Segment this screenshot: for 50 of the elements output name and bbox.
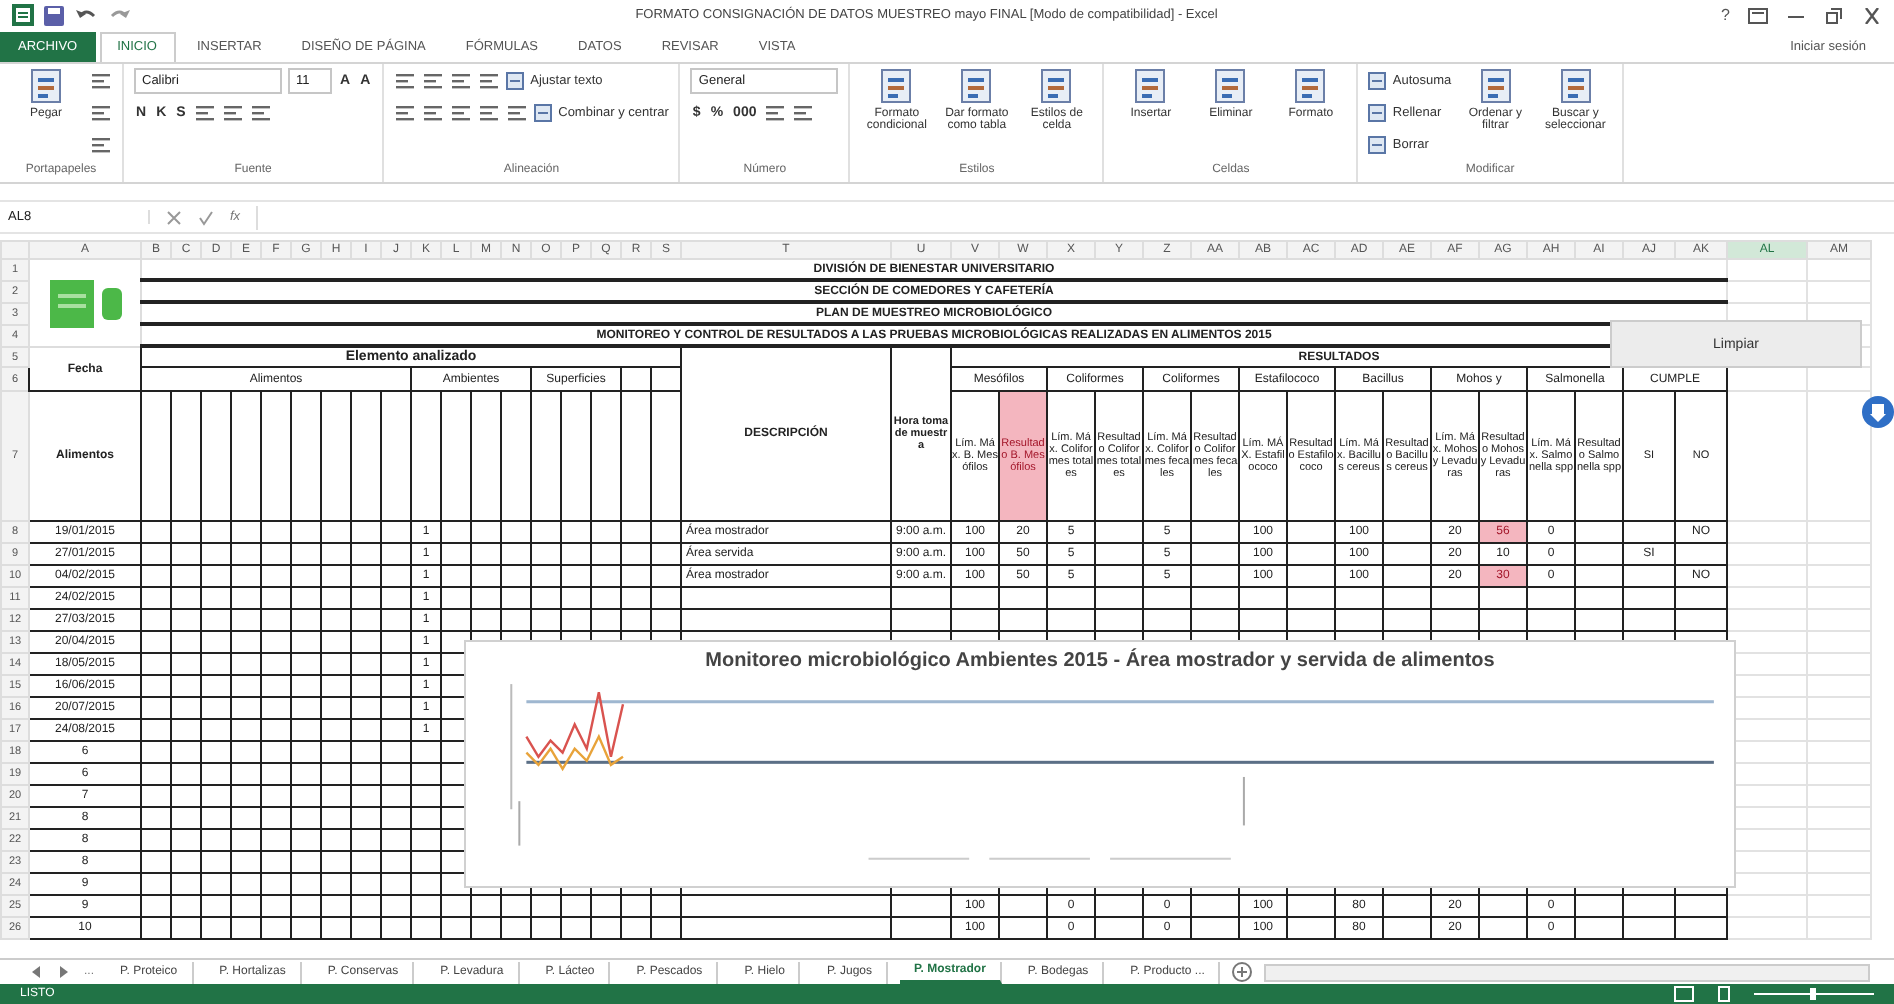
toolbar-icon[interactable] [506,101,529,124]
toolbar-icon[interactable] [764,101,787,124]
zoom-slider-icon[interactable] [1754,986,1874,1003]
format-icon [1368,135,1387,154]
toolbar-icon[interactable] [478,101,501,124]
save-icon[interactable] [44,5,64,26]
toolbar-icon[interactable] [450,101,473,124]
logo-icon [49,279,93,328]
toolbar-icon[interactable] [90,69,112,92]
cancel-icon[interactable] [166,209,182,226]
format-icon [506,71,525,90]
toolbar-icon[interactable] [422,101,445,124]
toolbar-icon[interactable] [90,133,112,156]
chart-title: Monitoreo microbiológico Ambientes 2015 - Área mostrador y servida de alimentos [705,646,1495,677]
toolbar-icon[interactable] [90,101,112,124]
format-icon [1477,67,1514,104]
add-sheet-icon[interactable] [1232,962,1253,983]
toolbar-icon[interactable] [394,101,417,124]
toolbar-icon[interactable] [792,101,815,124]
format-icon [1038,67,1075,104]
close-icon[interactable] [1862,7,1882,24]
restore-icon[interactable] [1824,7,1844,24]
format-icon [1132,67,1169,104]
toolbar-icon[interactable] [394,69,417,92]
help-button[interactable]: ? [1721,6,1730,25]
page-layout-icon[interactable] [1714,986,1734,1003]
format-icon [1368,103,1387,122]
horizontal-scrollbar[interactable] [1264,963,1870,982]
format-icon [1292,67,1329,104]
format-icon [1212,67,1249,104]
toolbar-icon[interactable] [221,101,244,124]
toolbar-icon[interactable] [422,69,445,92]
format-icon [1557,67,1594,104]
spreadsheet-icon[interactable] [12,4,34,27]
toolbar-icon[interactable] [478,69,501,92]
format-icon [878,67,915,104]
toolbar-icon[interactable] [193,101,216,124]
format-icon [534,103,553,122]
logo-icon [101,287,121,320]
check-icon[interactable] [198,209,214,226]
floating-circle-icon[interactable] [1862,396,1894,429]
format-icon [958,67,995,104]
ribbon-display-icon[interactable] [1748,7,1768,24]
format-icon [1368,71,1387,90]
format-icon [28,67,64,104]
toolbar-icon[interactable] [249,101,272,124]
normal-view-icon[interactable] [1674,986,1694,1003]
toolbar-icon[interactable] [450,69,473,92]
previous-sheet-icon[interactable] [28,964,44,981]
next-sheet-icon[interactable] [56,964,72,981]
